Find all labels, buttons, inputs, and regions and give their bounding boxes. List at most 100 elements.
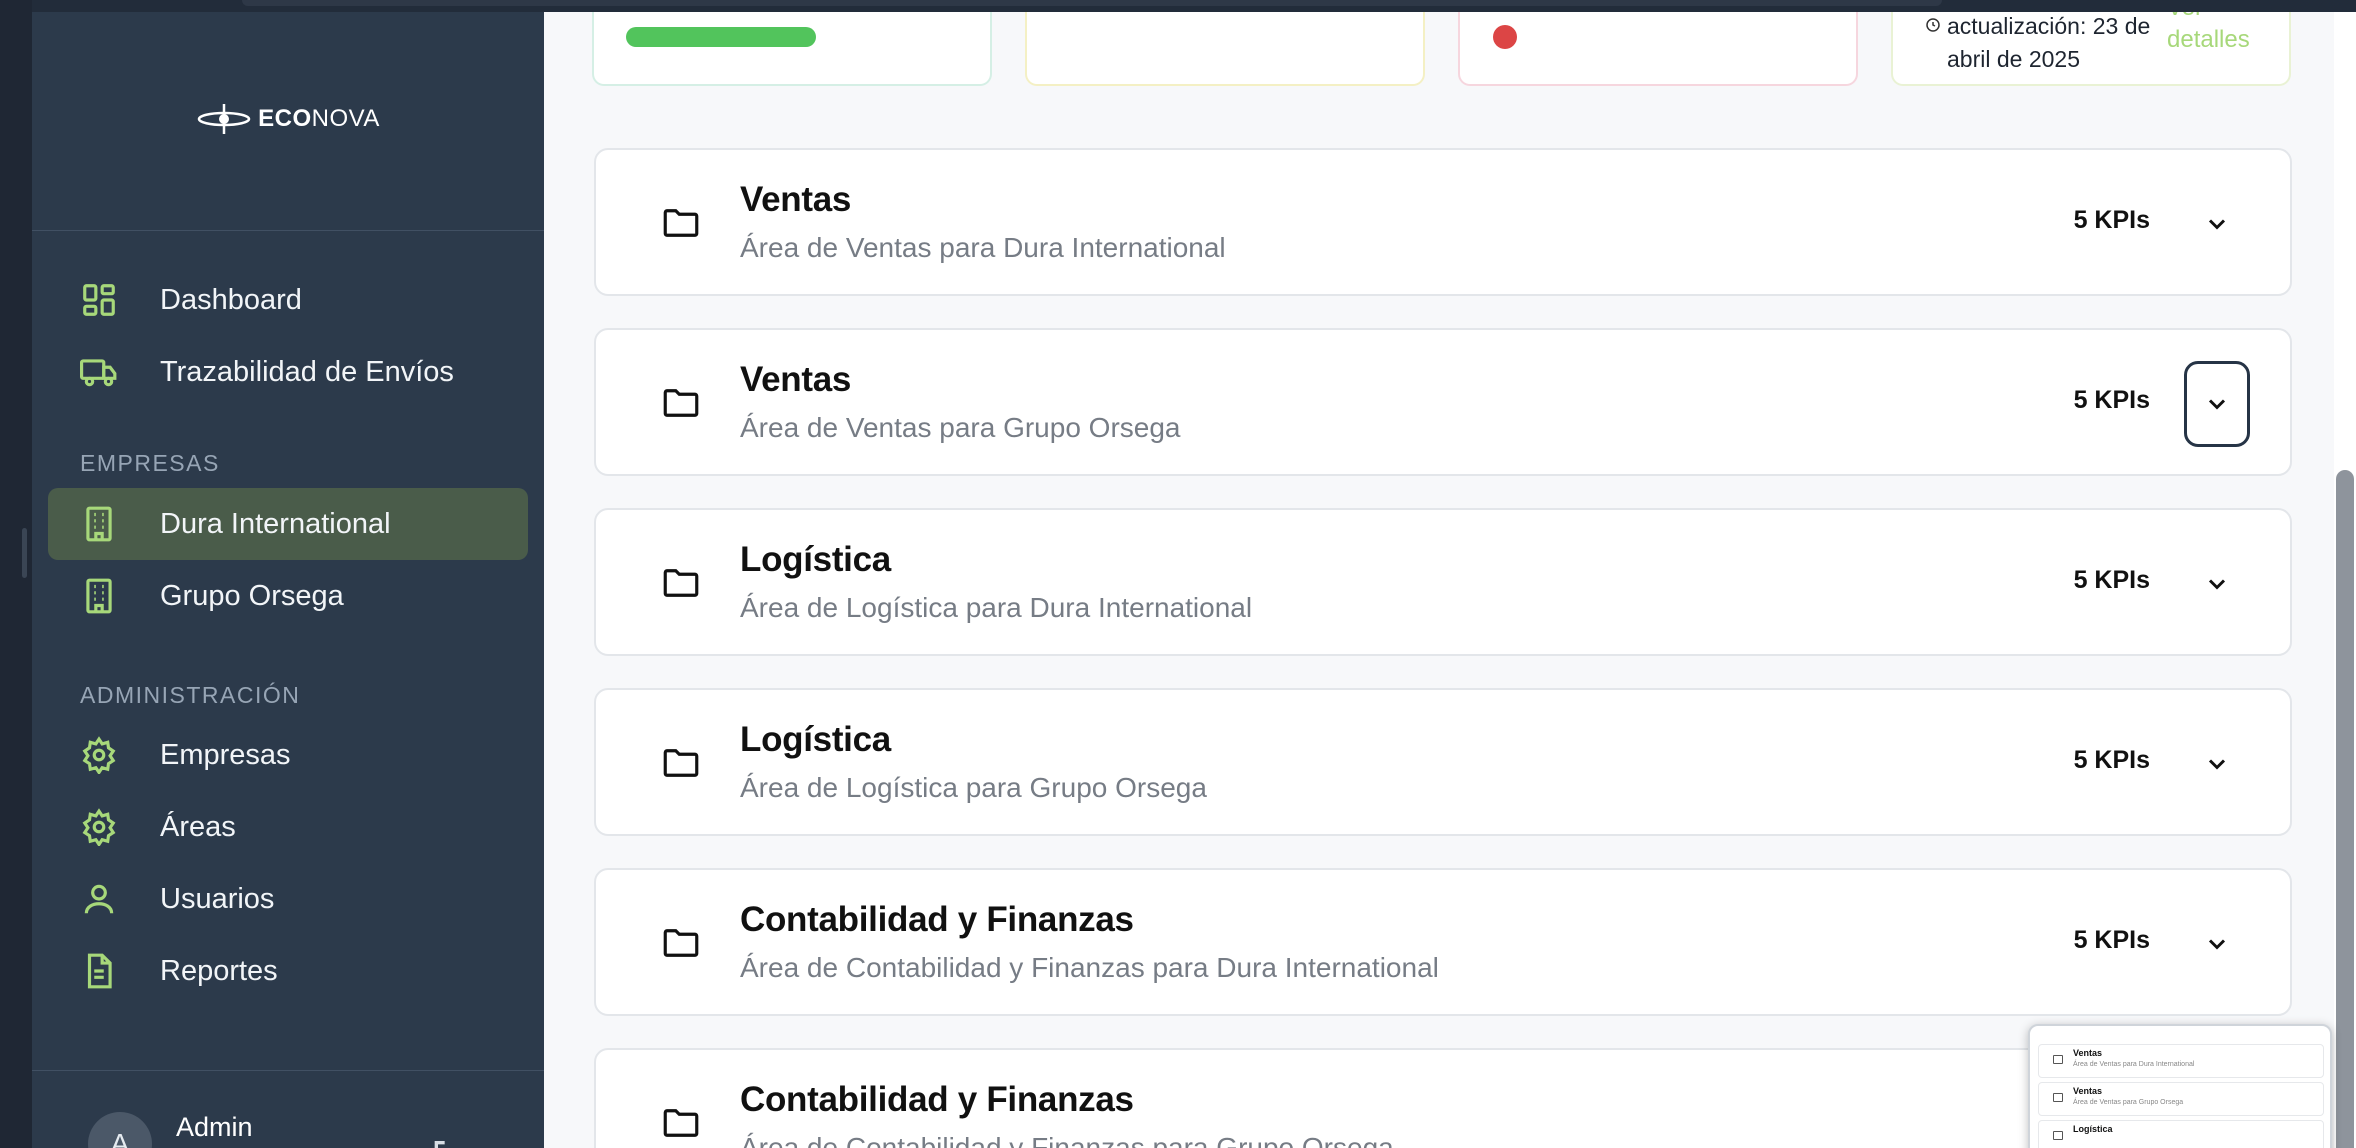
truck-icon [80, 359, 117, 387]
gear-icon [82, 736, 116, 774]
avatar[interactable]: A [88, 1112, 152, 1148]
sidebar-item-trazabilidad[interactable]: Trazabilidad de Envíos [48, 336, 528, 408]
screenshot-thumbnail[interactable]: Ventas Área de Ventas para Dura Internati… [2028, 1024, 2332, 1148]
chevron-down-icon [2208, 759, 2226, 770]
sidebar-item-label: Dura International [160, 507, 391, 540]
sidebar-item-label: Usuarios [160, 882, 275, 915]
kpi-count: 5 KPIs [2073, 566, 2150, 594]
preview-subtitle: Área de Ventas para Dura International [2073, 1061, 2195, 1068]
sidebar-item-reportes[interactable]: Reportes [48, 935, 528, 1007]
toolbar-strip [242, 0, 1942, 6]
sidebar-item-areas[interactable]: Áreas [48, 791, 528, 863]
area-subtitle: Área de Logística para Grupo Orsega [740, 772, 1207, 803]
expand-button[interactable] [2184, 541, 2250, 627]
area-title: Ventas [740, 360, 852, 399]
folder-icon [2053, 1093, 2063, 1102]
chevron-down-icon [2208, 939, 2226, 950]
area-card[interactable]: Ventas Área de Ventas para Dura Internati… [594, 148, 2292, 296]
section-label-administracion: ADMINISTRACIÓN [80, 682, 301, 708]
window-frame-top [32, 0, 2356, 12]
resize-handle[interactable] [22, 528, 27, 578]
expand-button[interactable] [2184, 901, 2250, 987]
preview-title: Logística [2073, 1124, 2113, 1134]
kpi-count: 5 KPIs [2073, 926, 2150, 954]
area-title: Logística [740, 720, 891, 759]
sidebar-item-dura-international[interactable]: Dura International [48, 488, 528, 560]
folder-icon [663, 209, 699, 237]
area-card[interactable]: Ventas Área de Ventas para Grupo Orsega 5 … [594, 328, 2292, 476]
folder-icon [663, 1109, 699, 1137]
dashboard-icon [83, 284, 115, 316]
sidebar-item-dashboard[interactable]: Dashboard [48, 264, 528, 336]
sidebar: ECONOVA Dashboard Trazabilidad de Envíos… [32, 12, 544, 1148]
building-icon [86, 506, 112, 542]
sidebar-item-label: Dashboard [160, 283, 302, 316]
chevron-down-icon [2208, 579, 2226, 590]
kpi-count: 5 KPIs [2073, 746, 2150, 774]
folder-icon [2053, 1055, 2063, 1064]
area-card[interactable]: Logística Área de Logística para Dura Int… [594, 508, 2292, 656]
sidebar-divider [32, 230, 544, 231]
preview-row: Ventas Área de Ventas para Dura Internati… [2038, 1044, 2324, 1078]
expand-button[interactable] [2184, 181, 2250, 267]
sidebar-item-label: Empresas [160, 738, 291, 771]
area-subtitle: Área de Contabilidad y Finanzas para Dur… [740, 952, 1439, 983]
scrollbar-thumb[interactable] [2336, 470, 2354, 1148]
area-card[interactable]: Contabilidad y Finanzas Área de Contabili… [594, 868, 2292, 1016]
folder-icon [2053, 1131, 2063, 1140]
sidebar-divider [32, 1070, 544, 1071]
gear-icon [82, 808, 116, 846]
sidebar-item-label: Reportes [160, 954, 278, 987]
window-frame-left [0, 0, 32, 1148]
area-subtitle: Área de Contabilidad y Finanzas para Gru… [740, 1132, 1394, 1148]
area-title: Contabilidad y Finanzas [740, 1080, 1134, 1119]
section-label-empresas: EMPRESAS [80, 450, 220, 476]
folder-icon [663, 929, 699, 957]
area-subtitle: Área de Ventas para Dura International [740, 232, 1226, 263]
logout-icon[interactable] [428, 1136, 468, 1148]
expand-button[interactable] [2184, 361, 2250, 447]
kpi-count: 5 KPIs [2073, 206, 2150, 234]
sidebar-item-usuarios[interactable]: Usuarios [48, 863, 528, 935]
chevron-down-icon [2208, 399, 2226, 410]
scrollbar[interactable] [2334, 12, 2356, 1148]
preview-row: Ventas Área de Ventas para Grupo Orsega [2038, 1082, 2324, 1116]
folder-icon [663, 569, 699, 597]
sidebar-item-empresas[interactable]: Empresas [48, 719, 528, 791]
logo-text: ECONOVA [258, 105, 380, 132]
area-title: Contabilidad y Finanzas [740, 900, 1134, 939]
progress-bar [626, 27, 816, 47]
stat-card-2 [1025, 12, 1425, 86]
preview-row: Logística [2038, 1120, 2324, 1148]
preview-title: Ventas [2073, 1086, 2103, 1096]
last-update-text: actualización: 23 de abril de 2025 [1947, 13, 2151, 72]
user-icon [84, 884, 114, 914]
sidebar-item-label: Grupo Orsega [160, 579, 344, 612]
sidebar-item-label: Áreas [160, 810, 236, 843]
sidebar-item-label: Trazabilidad de Envíos [160, 355, 454, 388]
sidebar-item-grupo-orsega[interactable]: Grupo Orsega [48, 560, 528, 632]
area-subtitle: Área de Logística para Dura Internationa… [740, 592, 1253, 623]
area-title: Ventas [740, 180, 852, 219]
main-content: actualización: 23 de abril de 2025 Ver d… [544, 12, 2356, 1148]
building-icon [86, 578, 112, 614]
econova-logo-icon [197, 104, 251, 134]
expand-button[interactable] [2184, 721, 2250, 807]
area-card[interactable]: Logística Área de Logística para Grupo Or… [594, 688, 2292, 836]
document-icon [87, 953, 112, 989]
folder-icon [663, 389, 699, 417]
preview-title: Ventas [2073, 1048, 2103, 1058]
details-link[interactable]: Ver detalles [2167, 12, 2277, 56]
user-name: Admin [176, 1112, 253, 1142]
kpi-count: 5 KPIs [2073, 386, 2150, 414]
folder-icon [663, 749, 699, 777]
area-subtitle: Área de Ventas para Grupo Orsega [740, 412, 1181, 443]
chevron-down-icon [2208, 219, 2226, 230]
status-dot [1493, 25, 1517, 49]
stat-card-3 [1458, 12, 1858, 86]
stat-card-4: actualización: 23 de abril de 2025 Ver d… [1891, 12, 2291, 86]
preview-subtitle: Área de Ventas para Grupo Orsega [2073, 1099, 2184, 1106]
logo[interactable]: ECONOVA [32, 102, 544, 136]
area-title: Logística [740, 540, 891, 579]
stat-card-1 [592, 12, 992, 86]
